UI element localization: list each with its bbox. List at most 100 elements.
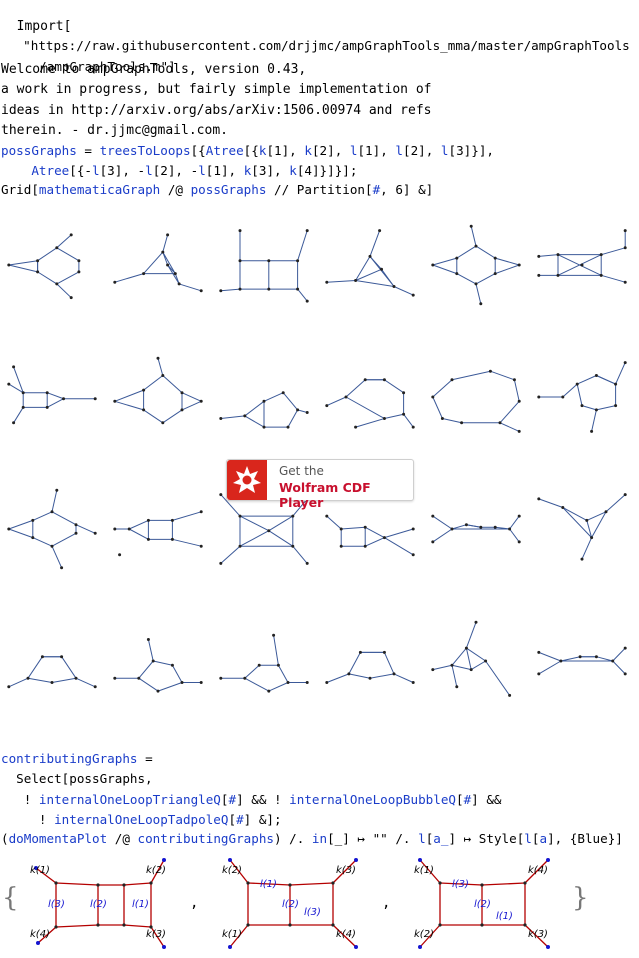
graph-edge [495, 264, 520, 275]
graph-vertex [508, 527, 512, 531]
graph-edge [369, 673, 395, 679]
graph-edge [244, 400, 265, 417]
graph-vertex [21, 405, 25, 409]
graph-vertex [173, 272, 177, 276]
graph-edge [538, 651, 562, 662]
graph-edge [513, 379, 520, 402]
graph-edge [277, 665, 289, 683]
graph-vertex [31, 518, 35, 522]
graph-vertex [368, 254, 372, 258]
graph-edge [326, 515, 342, 530]
graph-edge [615, 362, 626, 385]
graph-edge [383, 652, 395, 675]
graph-edge [384, 413, 404, 419]
welcome-line-3: ideas in http://arxiv.org/abs/arXiv:1506… [1, 103, 432, 118]
graph-vertex [508, 693, 512, 697]
graph-edge [8, 677, 29, 688]
slot-symbol: # [236, 812, 244, 827]
graph-edge [268, 530, 294, 547]
graph-edge [364, 526, 385, 539]
graph-vertex [431, 540, 435, 544]
graph-edge [451, 370, 491, 381]
graph-vertex [599, 273, 603, 277]
graph-vertex [93, 685, 97, 689]
graph-edge [596, 405, 616, 411]
graph-vertex [493, 272, 497, 276]
a-symbol: a [539, 831, 548, 846]
momenta-plots-output: { , , } k(1) k(2) k(4) k(3) l(3) l(2) l(… [0, 855, 639, 955]
graph-vertex [358, 650, 362, 654]
treestoloops-symbol: treesToLoops [99, 143, 191, 158]
graph-edge [432, 264, 457, 275]
graph-edge [475, 273, 496, 285]
graph-edge [239, 515, 270, 532]
graph-edge [596, 656, 613, 662]
graph-vertex [296, 287, 300, 291]
k-label: k(1) [414, 865, 434, 876]
graph-vertex [219, 417, 223, 420]
graph-vertex [45, 405, 49, 409]
graph-edge [46, 398, 64, 408]
graph-edge [509, 515, 520, 530]
code-token: Select[possGraphs, [1, 771, 153, 786]
graph-vertex [267, 287, 271, 291]
graph-vertex [281, 391, 285, 395]
graph-edge [56, 271, 80, 285]
graph-edge [13, 366, 24, 393]
graph-edge [8, 519, 33, 530]
graph-edge [384, 537, 414, 556]
graph-edge [172, 538, 202, 547]
graph-edge [114, 389, 144, 402]
graph-edge [384, 379, 404, 394]
code-token: ] && [471, 792, 502, 807]
graph-edge [432, 257, 457, 266]
graph-edge [268, 515, 294, 532]
cdf-player-button[interactable]: Get the Wolfram CDF Player [226, 459, 414, 510]
code-token: [{ [190, 143, 206, 158]
graph-vertex [537, 497, 541, 501]
graph-edge [37, 247, 58, 262]
graph-vertex [402, 391, 406, 395]
graph-vertex [440, 417, 444, 420]
graph-edge [499, 422, 520, 432]
graph-edge [181, 400, 202, 411]
graph-vertex [325, 514, 329, 518]
graph-vertex [243, 414, 247, 418]
graph-edge [355, 279, 395, 287]
graph-edge [128, 528, 149, 540]
graph-vertex [50, 510, 54, 514]
graph-vertex [517, 263, 521, 267]
graph-vertex [623, 361, 627, 365]
graph-vertex [161, 421, 165, 425]
graph-vertex [431, 395, 435, 399]
graph-edge [138, 677, 159, 692]
graph-edge [51, 677, 77, 683]
graph-edge [612, 647, 626, 662]
graph-vertex [537, 273, 541, 277]
graph-vertex [556, 253, 560, 257]
graph-vertex [512, 378, 516, 382]
graph-vertex [469, 668, 473, 672]
graph-topology [219, 229, 309, 303]
graph-vertex [199, 289, 203, 293]
graph-vertex [614, 382, 618, 386]
k-label: k(4) [336, 929, 356, 940]
graph-vertex [354, 278, 358, 282]
graph-edge [178, 283, 202, 292]
graph-vertex [460, 421, 464, 425]
tadpoleq-symbol: internalOneLoopTadpoleQ [54, 812, 229, 827]
graph-edge [244, 415, 265, 428]
code-token: /@ [160, 182, 191, 197]
graph-vertex [464, 523, 468, 527]
code-token: [1], [205, 163, 244, 178]
graph-edge [172, 511, 202, 521]
contributinggraphs-symbol: contributingGraphs [137, 831, 274, 846]
graph-edge [114, 400, 144, 411]
graph-edge [56, 283, 72, 299]
graph-edge [562, 383, 578, 398]
graph-vertex [411, 293, 415, 297]
graph-vertex [12, 421, 16, 425]
graph-edge [56, 247, 80, 262]
k-label: k(4) [30, 929, 50, 940]
graph-edge [181, 392, 202, 402]
